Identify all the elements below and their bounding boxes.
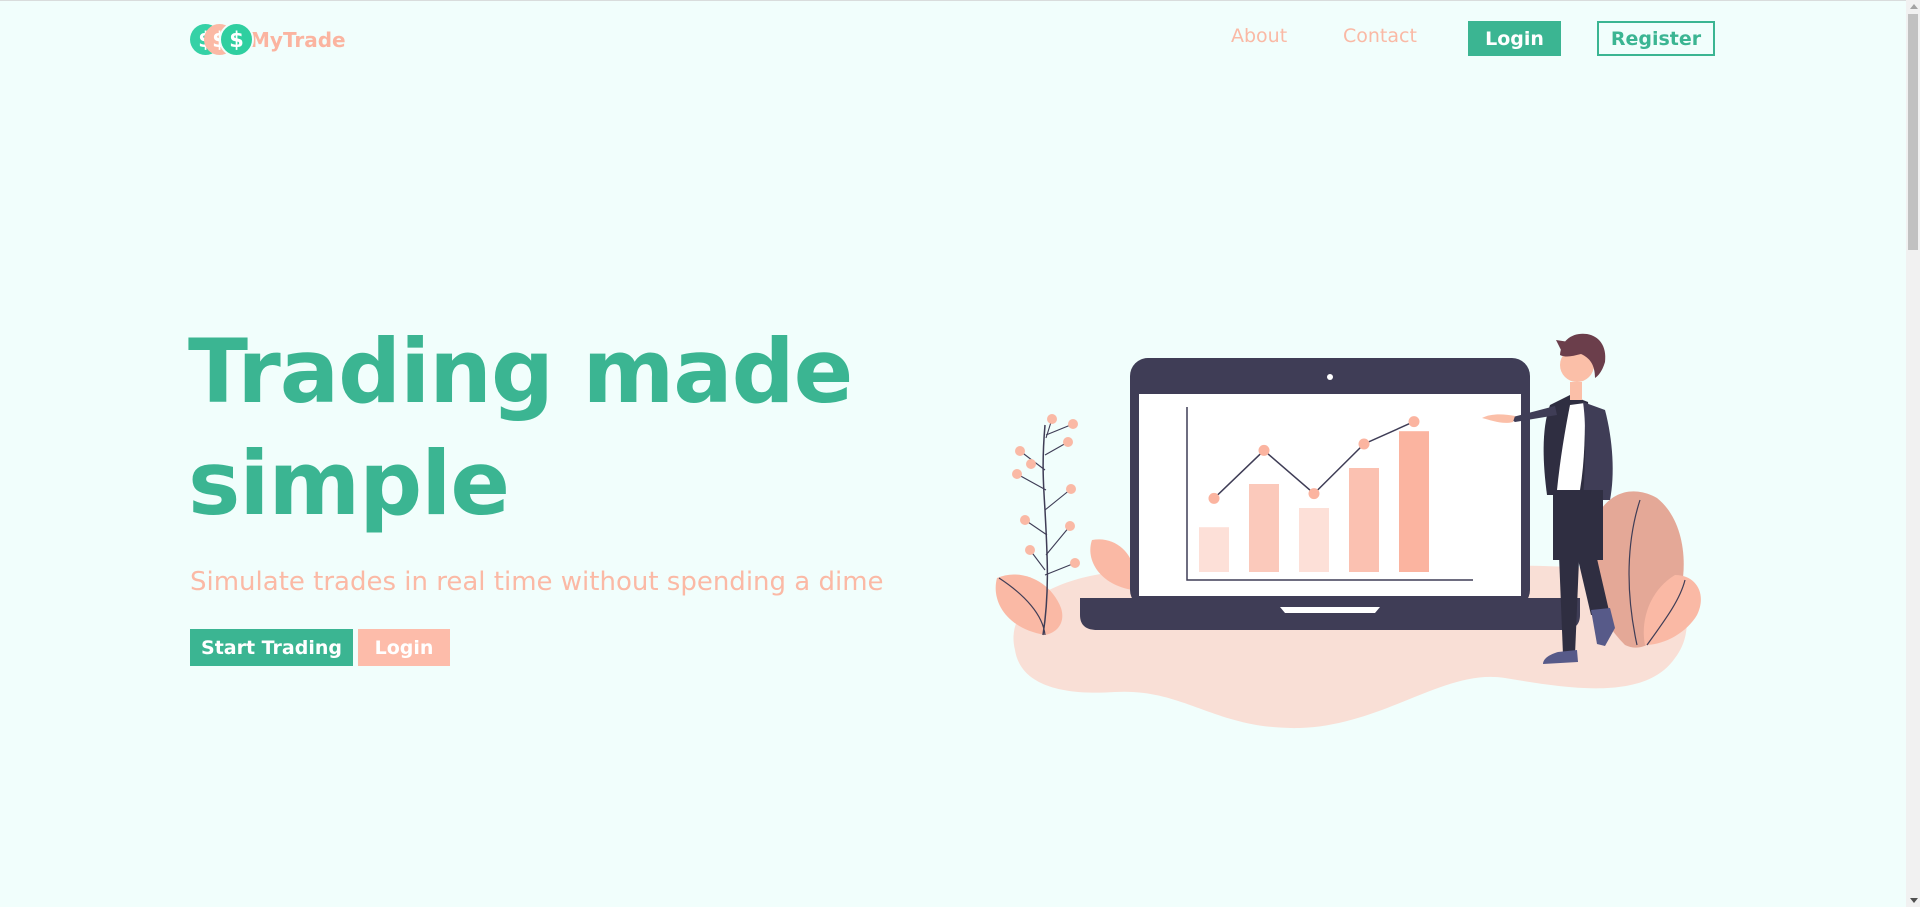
laptop-base bbox=[1080, 598, 1580, 630]
screen-chart-bar bbox=[1299, 508, 1329, 572]
nav-register-button[interactable]: Register bbox=[1597, 21, 1715, 56]
screen-chart-bar bbox=[1349, 468, 1379, 572]
nav-link-about[interactable]: About bbox=[1231, 25, 1287, 47]
screen-chart-bar bbox=[1399, 431, 1429, 572]
hero-subtitle: Simulate trades in real time without spe… bbox=[190, 567, 884, 597]
person-presenting-chart-on-laptop-illustration bbox=[995, 333, 1701, 729]
brand-logo[interactable]: $ $ $ MyTrade bbox=[190, 22, 346, 58]
screen-chart-point bbox=[1208, 492, 1220, 504]
person-jacket-right bbox=[1583, 402, 1613, 500]
screen-chart-point bbox=[1308, 488, 1320, 500]
screen-chart-point bbox=[1258, 444, 1270, 456]
screen-chart-point bbox=[1358, 438, 1370, 450]
screen-chart-point bbox=[1408, 416, 1420, 428]
person-neck bbox=[1570, 382, 1582, 400]
nav-login-button[interactable]: Login bbox=[1468, 21, 1561, 56]
nav-link-contact[interactable]: Contact bbox=[1343, 25, 1417, 47]
laptop-camera bbox=[1327, 374, 1333, 380]
leaf-left bbox=[995, 574, 1063, 635]
scroll-up-arrow-icon[interactable] bbox=[1910, 4, 1918, 9]
vertical-scrollbar[interactable] bbox=[1906, 0, 1920, 907]
window-top-border bbox=[0, 0, 1906, 1]
brand-name: MyTrade bbox=[250, 28, 346, 52]
hero-title: Trading made simple bbox=[188, 320, 853, 535]
hero-login-button[interactable]: Login bbox=[358, 629, 450, 666]
start-trading-button[interactable]: Start Trading bbox=[190, 629, 353, 666]
person-pants bbox=[1553, 490, 1603, 560]
scrollbar-thumb[interactable] bbox=[1908, 14, 1918, 250]
dollar-coins-icon: $ $ $ bbox=[190, 22, 254, 57]
laptop-screen bbox=[1139, 394, 1521, 596]
coin-glyph: $ bbox=[219, 22, 254, 57]
scroll-down-arrow-icon[interactable] bbox=[1910, 898, 1918, 903]
screen-chart-bar bbox=[1249, 484, 1279, 572]
screen-chart-bar bbox=[1199, 527, 1229, 572]
